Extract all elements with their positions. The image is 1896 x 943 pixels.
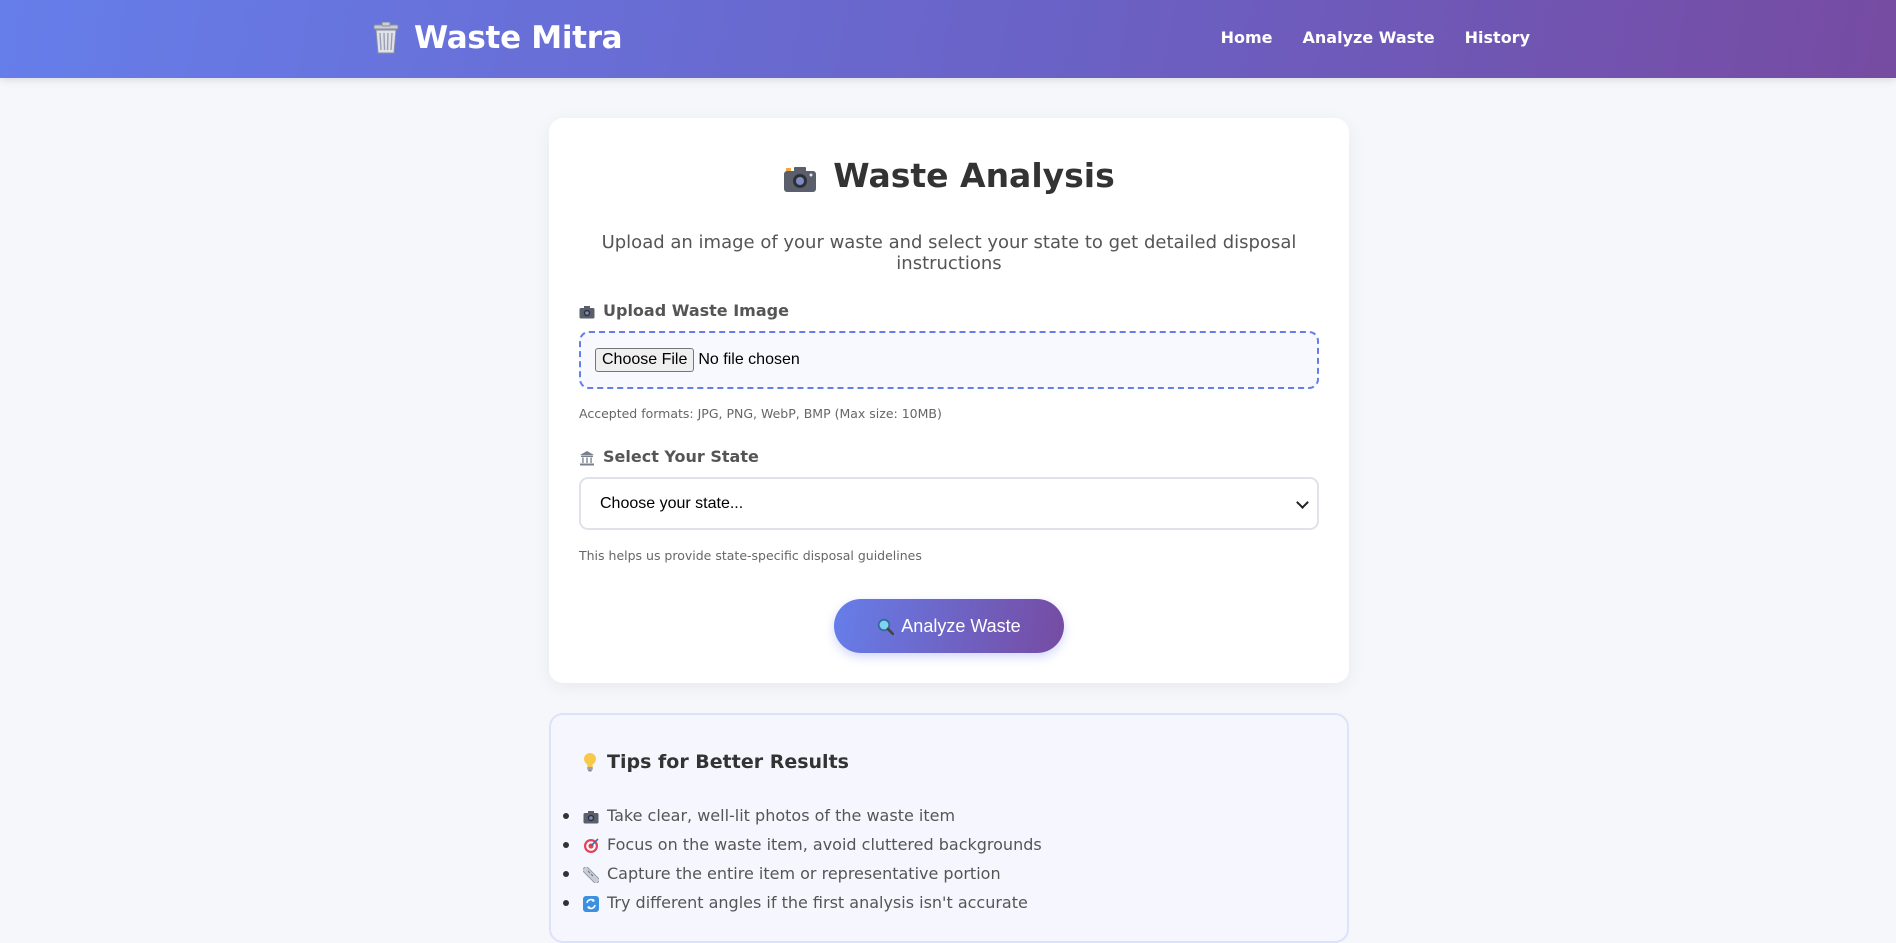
bullet-dot [563, 841, 569, 848]
file-status-text: No file chosen [698, 351, 800, 368]
card-title-text: Waste Analysis [833, 156, 1115, 195]
nav-history-link[interactable]: History [1465, 28, 1530, 47]
trash-bin-icon [372, 21, 400, 54]
list-item: Try different angles if the first analys… [563, 888, 1042, 917]
bullet-dot [563, 870, 569, 877]
brand-logo[interactable]: Waste Mitra [372, 20, 623, 56]
camera-icon [583, 809, 599, 823]
state-label-text: Select Your State [603, 447, 759, 466]
tips-title: Tips for Better Results [583, 751, 849, 773]
brand-name: Waste Mitra [414, 20, 623, 56]
list-item: Capture the entire item or representativ… [563, 859, 1042, 888]
card-subtitle: Upload an image of your waste and select… [601, 232, 1297, 274]
tip-text: Focus on the waste item, avoid cluttered… [607, 835, 1042, 854]
analysis-card: Waste Analysis Upload an image of your w… [549, 118, 1349, 683]
nav-menu: Home Analyze Waste History [1221, 28, 1530, 47]
analyze-waste-button[interactable]: Analyze Waste [834, 599, 1064, 653]
lightbulb-icon [583, 752, 597, 772]
state-label: Select Your State [579, 447, 759, 466]
bullet-dot [563, 812, 569, 819]
upload-label: Upload Waste Image [579, 301, 789, 320]
state-select-value: Choose your state... [600, 494, 744, 512]
upload-hint: Accepted formats: JPG, PNG, WebP, BMP (M… [579, 406, 942, 421]
camera-icon [579, 304, 595, 318]
bullet-dot [563, 899, 569, 906]
nav-home-link[interactable]: Home [1221, 28, 1273, 47]
magnifier-icon [877, 618, 895, 635]
analyze-button-label: Analyze Waste [901, 615, 1021, 636]
tips-title-text: Tips for Better Results [607, 751, 849, 773]
tips-list: Take clear, well-lit photos of the waste… [563, 801, 1042, 917]
government-building-icon [579, 450, 595, 465]
page-title: Waste Analysis [549, 156, 1349, 195]
tips-panel: Tips for Better Results Take clear, well… [549, 713, 1349, 943]
camera-icon [783, 162, 817, 192]
choose-file-button[interactable]: Choose File [595, 348, 695, 372]
ruler-icon [581, 864, 601, 885]
tip-text: Capture the entire item or representativ… [607, 864, 1001, 883]
upload-label-text: Upload Waste Image [603, 301, 789, 320]
chevron-down-icon [1296, 496, 1309, 509]
nav-analyze-link[interactable]: Analyze Waste [1303, 28, 1435, 47]
tip-text: Take clear, well-lit photos of the waste… [607, 806, 956, 825]
state-hint: This helps us provide state-specific dis… [579, 548, 922, 563]
list-item: Focus on the waste item, avoid cluttered… [563, 830, 1042, 859]
state-select[interactable]: Choose your state... [579, 477, 1319, 530]
file-upload-dropzone[interactable]: Choose File No file chosen [579, 331, 1319, 389]
list-item: Take clear, well-lit photos of the waste… [563, 801, 1042, 830]
tip-text: Try different angles if the first analys… [607, 893, 1028, 912]
target-icon [583, 837, 599, 853]
refresh-icon [583, 895, 599, 912]
top-navbar: Waste Mitra Home Analyze Waste History [0, 0, 1896, 78]
